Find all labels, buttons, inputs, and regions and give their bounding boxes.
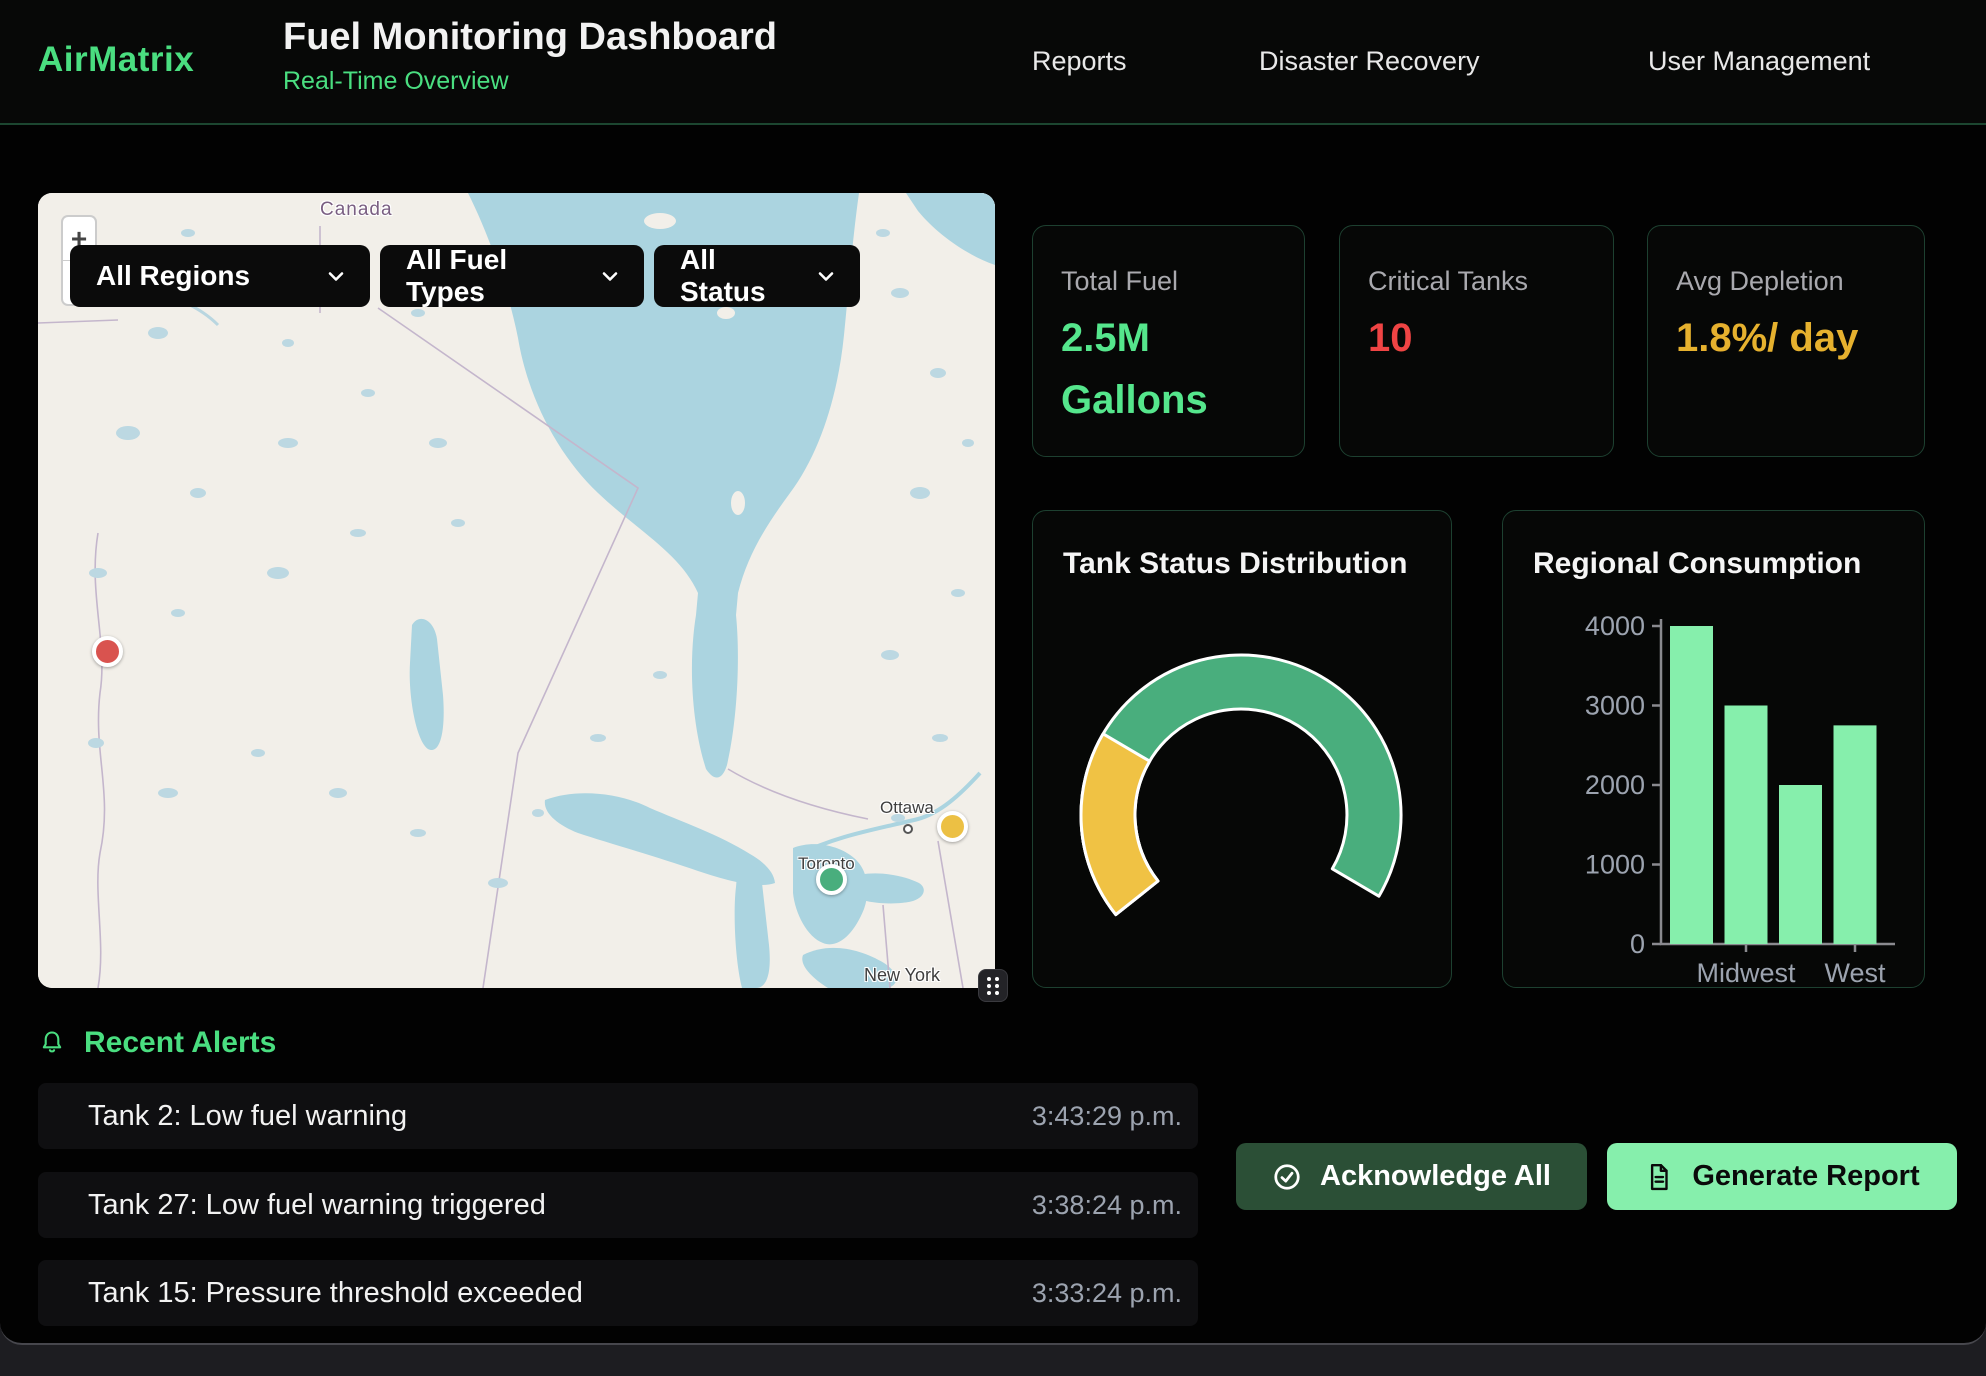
file-text-icon: [1644, 1162, 1674, 1192]
bar-1: [1725, 706, 1768, 945]
alert-text: Tank 2: Low fuel warning: [88, 1100, 407, 1133]
y-tick-label: 4000: [1585, 611, 1645, 641]
generate-report-button[interactable]: Generate Report: [1607, 1143, 1957, 1210]
fuel-monitoring-dashboard: AirMatrix Fuel Monitoring Dashboard Real…: [0, 0, 1986, 1376]
tank-marker-warning[interactable]: [937, 811, 968, 842]
tank-marker-critical[interactable]: [92, 636, 123, 667]
filter-fuel-types-select[interactable]: All Fuel Types: [380, 245, 644, 307]
alert-row[interactable]: Tank 15: Pressure threshold exceeded 3:3…: [38, 1260, 1198, 1326]
stat-label: Critical Tanks: [1368, 266, 1585, 297]
map-label-ottawa: Ottawa: [880, 798, 934, 818]
bar-2: [1779, 785, 1822, 944]
stat-label: Total Fuel: [1061, 266, 1276, 297]
filter-status-select[interactable]: All Status: [654, 245, 860, 307]
filter-regions-value: All Regions: [96, 260, 250, 292]
nav-disaster-recovery[interactable]: Disaster Recovery: [1259, 46, 1480, 77]
filter-status-value: All Status: [680, 244, 780, 308]
map-panel[interactable]: Canada Ottawa Toronto New York + − All R…: [38, 193, 995, 988]
alerts-header: Recent Alerts: [38, 1026, 276, 1060]
alert-text: Tank 27: Low fuel warning triggered: [88, 1189, 546, 1222]
x-tick-label: Midwest: [1696, 958, 1796, 988]
nav-reports[interactable]: Reports: [1032, 46, 1127, 77]
nav-user-management[interactable]: User Management: [1648, 46, 1870, 77]
regional-consumption-title: Regional Consumption: [1533, 547, 1861, 581]
map-filters: All Regions All Fuel Types All Status: [70, 245, 860, 307]
tank-status-card: Tank Status Distribution: [1032, 510, 1452, 988]
generate-report-label: Generate Report: [1692, 1160, 1919, 1193]
chevron-down-icon: [814, 264, 838, 288]
stat-card-critical-tanks: Critical Tanks 10: [1339, 225, 1614, 457]
y-tick-label: 0: [1630, 929, 1645, 959]
acknowledge-all-button[interactable]: Acknowledge All: [1236, 1143, 1587, 1210]
title-block: Fuel Monitoring Dashboard Real-Time Over…: [283, 16, 777, 96]
app-window: AirMatrix Fuel Monitoring Dashboard Real…: [0, 0, 1986, 1345]
tank-status-donut-chart: [1061, 637, 1413, 988]
y-tick-label: 3000: [1585, 691, 1645, 721]
regional-consumption-bar-chart: 0 1000 2000 3000 4000 Midwest West: [1503, 611, 1925, 988]
filter-regions-select[interactable]: All Regions: [70, 245, 370, 307]
check-circle-icon: [1272, 1162, 1302, 1192]
alert-row[interactable]: Tank 27: Low fuel warning triggered 3:38…: [38, 1172, 1198, 1238]
header: AirMatrix Fuel Monitoring Dashboard Real…: [0, 0, 1986, 125]
stat-card-total-fuel: Total Fuel 2.5M Gallons: [1032, 225, 1305, 457]
chevron-down-icon: [324, 264, 348, 288]
alert-row[interactable]: Tank 2: Low fuel warning 3:43:29 p.m.: [38, 1083, 1198, 1149]
alert-time: 3:38:24 p.m.: [1032, 1190, 1182, 1221]
y-tick-label: 1000: [1585, 850, 1645, 880]
tank-marker-normal[interactable]: [816, 864, 847, 895]
ottawa-town-dot: [903, 824, 913, 834]
bar-0: [1670, 626, 1713, 944]
alerts-title: Recent Alerts: [84, 1026, 276, 1060]
alert-time: 3:33:24 p.m.: [1032, 1278, 1182, 1309]
stat-value-avg-depletion: 1.8%/ day: [1676, 307, 1896, 369]
drag-handle-icon[interactable]: [978, 969, 1008, 1002]
page-subtitle: Real-Time Overview: [283, 67, 777, 96]
map-label-canada: Canada: [320, 199, 393, 221]
alert-text: Tank 15: Pressure threshold exceeded: [88, 1277, 583, 1310]
alert-time: 3:43:29 p.m.: [1032, 1101, 1182, 1132]
regional-consumption-card: Regional Consumption 0 1000 2000 3000 4000 Mi…: [1502, 510, 1925, 988]
bell-icon: [38, 1029, 66, 1057]
filter-fuel-types-value: All Fuel Types: [406, 244, 564, 308]
page-title: Fuel Monitoring Dashboard: [283, 16, 777, 59]
stat-value-total-fuel: 2.5M Gallons: [1061, 307, 1276, 431]
tank-status-title: Tank Status Distribution: [1063, 547, 1407, 581]
acknowledge-all-label: Acknowledge All: [1320, 1160, 1551, 1193]
stat-label: Avg Depletion: [1676, 266, 1896, 297]
donut-segment-warning: [1081, 734, 1158, 915]
stat-card-avg-depletion: Avg Depletion 1.8%/ day: [1647, 225, 1925, 457]
x-tick-label: West: [1824, 958, 1886, 988]
app-logo: AirMatrix: [38, 40, 194, 80]
stat-value-critical-tanks: 10: [1368, 307, 1585, 369]
map-label-new-york: New York: [864, 965, 940, 986]
y-tick-label: 2000: [1585, 770, 1645, 800]
chevron-down-icon: [598, 264, 622, 288]
bar-3: [1834, 725, 1877, 944]
